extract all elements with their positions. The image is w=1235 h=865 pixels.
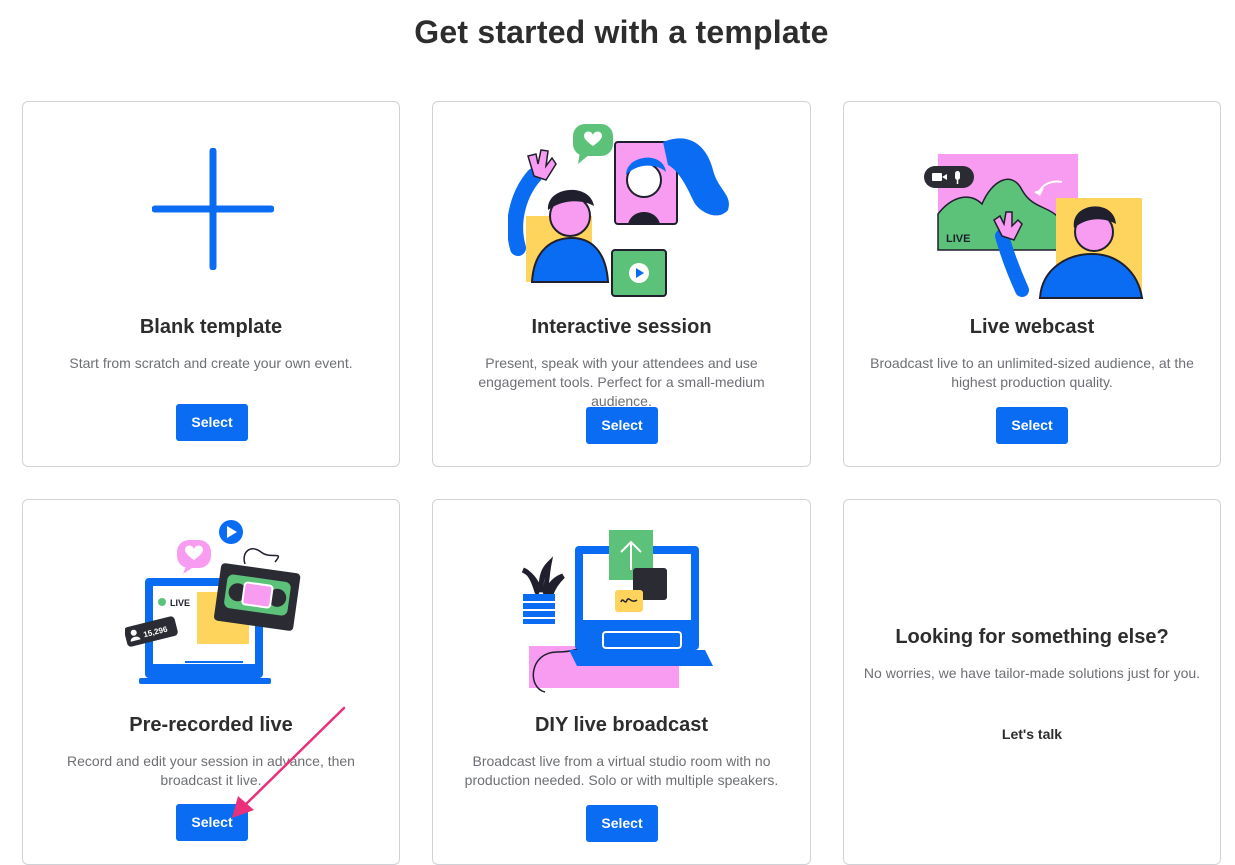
interactive-session-illustration	[508, 124, 730, 297]
template-card-diy-live-broadcast[interactable]: DIY live broadcast Broadcast live from a…	[432, 499, 811, 865]
live-label: LIVE	[170, 598, 190, 608]
card-title: Blank template	[139, 316, 283, 338]
select-button[interactable]: Select	[176, 404, 248, 441]
select-button[interactable]: Select	[996, 407, 1068, 444]
diy-broadcast-illustration	[521, 530, 713, 693]
card-title: Pre-recorded live	[129, 714, 293, 736]
card-title: Interactive session	[531, 316, 712, 338]
select-button[interactable]: Select	[586, 407, 658, 444]
card-description: No worries, we have tailor-made solution…	[863, 665, 1201, 681]
card-description: Present, speak with your attendees and u…	[478, 355, 765, 409]
card-title: Live webcast	[969, 316, 1095, 338]
template-card-live-webcast[interactable]: LIVE Live webcast Broadcast live to an u…	[843, 101, 1221, 467]
page-title: Get started with a template	[414, 14, 829, 50]
card-title: Looking for something else?	[895, 626, 1169, 648]
live-label: LIVE	[946, 233, 970, 245]
select-button[interactable]: Select	[176, 804, 248, 841]
card-description: Broadcast live from a virtual studio roo…	[464, 753, 779, 788]
select-button[interactable]: Select	[586, 805, 658, 842]
template-card-blank[interactable]: Blank template Start from scratch and cr…	[22, 101, 400, 467]
lets-talk-button[interactable]: Let's talk	[844, 726, 1220, 742]
plus-icon	[152, 148, 274, 270]
live-webcast-illustration: LIVE	[924, 154, 1144, 299]
template-card-interactive-session[interactable]: Interactive session Present, speak with …	[432, 101, 811, 467]
card-title: DIY live broadcast	[534, 714, 709, 736]
pre-recorded-illustration: LIVE 15,296	[125, 520, 301, 684]
card-description: Start from scratch and create your own e…	[69, 355, 353, 371]
card-description: Record and edit your session in advance,…	[67, 753, 355, 788]
template-card-pre-recorded-live[interactable]: LIVE 15,296 Pre-recorded live Record and…	[22, 499, 400, 865]
card-description: Broadcast live to an unlimited-sized aud…	[870, 355, 1194, 390]
template-card-custom-solutions: Looking for something else? No worries, …	[843, 499, 1221, 865]
